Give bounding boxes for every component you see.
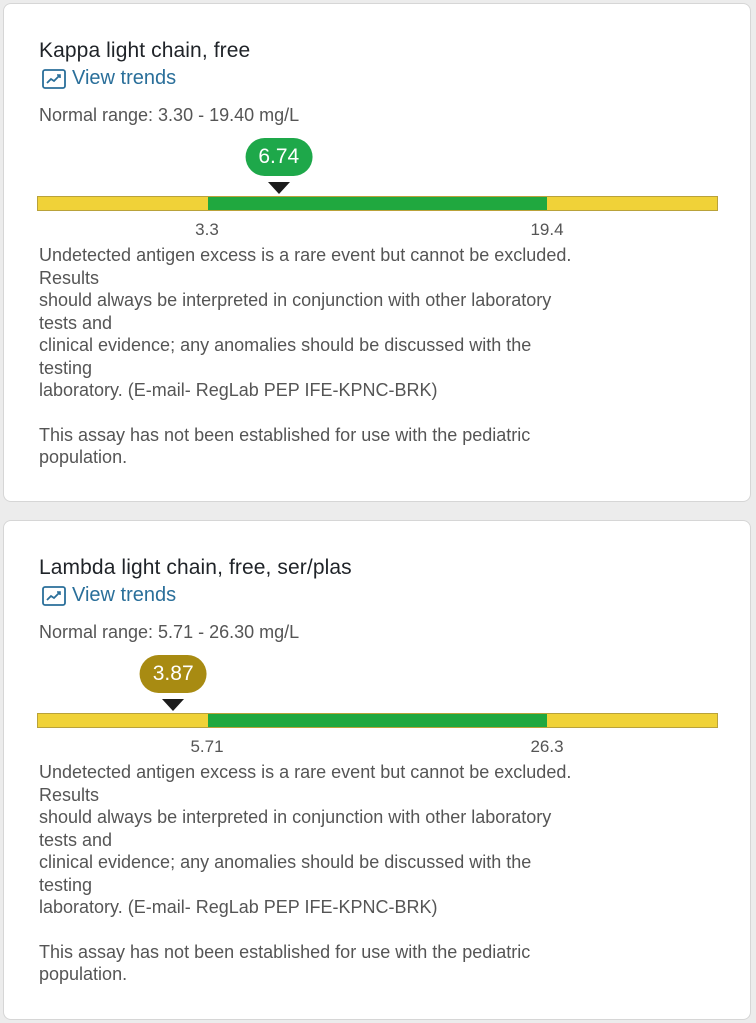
range-low-tick: 3.3 <box>195 220 219 239</box>
note-line: population. <box>39 447 128 467</box>
comment-line: should always be interpreted in conjunct… <box>39 807 552 827</box>
trend-chart-icon <box>42 585 66 606</box>
range-high-tick: 26.3 <box>530 737 564 756</box>
trend-chart-icon <box>42 68 66 89</box>
comment-line: Undetected antigen excess is a rare even… <box>39 762 572 782</box>
comment-line: clinical evidence; any anomalies should … <box>39 852 532 872</box>
result-title: Lambda light chain, free, ser/plas <box>39 556 352 579</box>
comment-line: testing <box>39 874 93 895</box>
range-bar-normal-segment <box>207 714 548 727</box>
range-bar <box>37 196 718 211</box>
range-bar-normal-segment <box>207 197 548 210</box>
comment-line: laboratory. (E-mail- RegLab PEP IFE-KPNC… <box>39 380 438 400</box>
note-line: This assay has not been established for … <box>39 424 531 445</box>
comment-line: tests and <box>39 312 113 333</box>
range-high-tick: 19.4 <box>530 220 564 239</box>
result-card-kappa: Kappa light chain, free View trends Norm… <box>3 3 751 502</box>
comment-line: tests and <box>39 829 113 850</box>
range-bar-high-segment <box>547 197 717 210</box>
value-marker-pointer <box>267 182 290 194</box>
comment-line: should always be interpreted in conjunct… <box>39 290 552 310</box>
view-trends-label[interactable]: View trends <box>72 67 176 90</box>
result-comment: Undetected antigen excess is a rare even… <box>39 244 719 469</box>
view-trends-link[interactable]: View trends <box>42 67 176 90</box>
range-low-tick: 5.71 <box>190 737 224 756</box>
result-comment: Undetected antigen excess is a rare even… <box>39 761 719 986</box>
result-value-badge: 6.74 <box>245 138 313 176</box>
range-bar-low-segment <box>38 197 208 210</box>
range-bar-high-segment <box>547 714 717 727</box>
range-bar <box>37 713 718 728</box>
result-value-badge: 3.87 <box>139 655 207 693</box>
comment-line: testing <box>39 357 93 378</box>
range-bar-low-segment <box>38 714 208 727</box>
comment-line: Results <box>39 267 100 288</box>
note-line: population. <box>39 964 128 984</box>
view-trends-link[interactable]: View trends <box>42 584 176 607</box>
comment-line: Results <box>39 784 100 805</box>
note-line: This assay has not been established for … <box>39 941 531 962</box>
comment-line: clinical evidence; any anomalies should … <box>39 335 532 355</box>
normal-range-text: Normal range: 3.30 - 19.40 mg/L <box>39 105 300 125</box>
view-trends-label[interactable]: View trends <box>72 584 176 607</box>
normal-range-text: Normal range: 5.71 - 26.30 mg/L <box>39 622 300 642</box>
comment-line: Undetected antigen excess is a rare even… <box>39 245 572 265</box>
comment-line: laboratory. (E-mail- RegLab PEP IFE-KPNC… <box>39 897 438 917</box>
result-card-lambda: Lambda light chain, free, ser/plas View … <box>3 520 751 1020</box>
value-marker-pointer <box>162 699 185 711</box>
result-title: Kappa light chain, free <box>39 39 251 62</box>
